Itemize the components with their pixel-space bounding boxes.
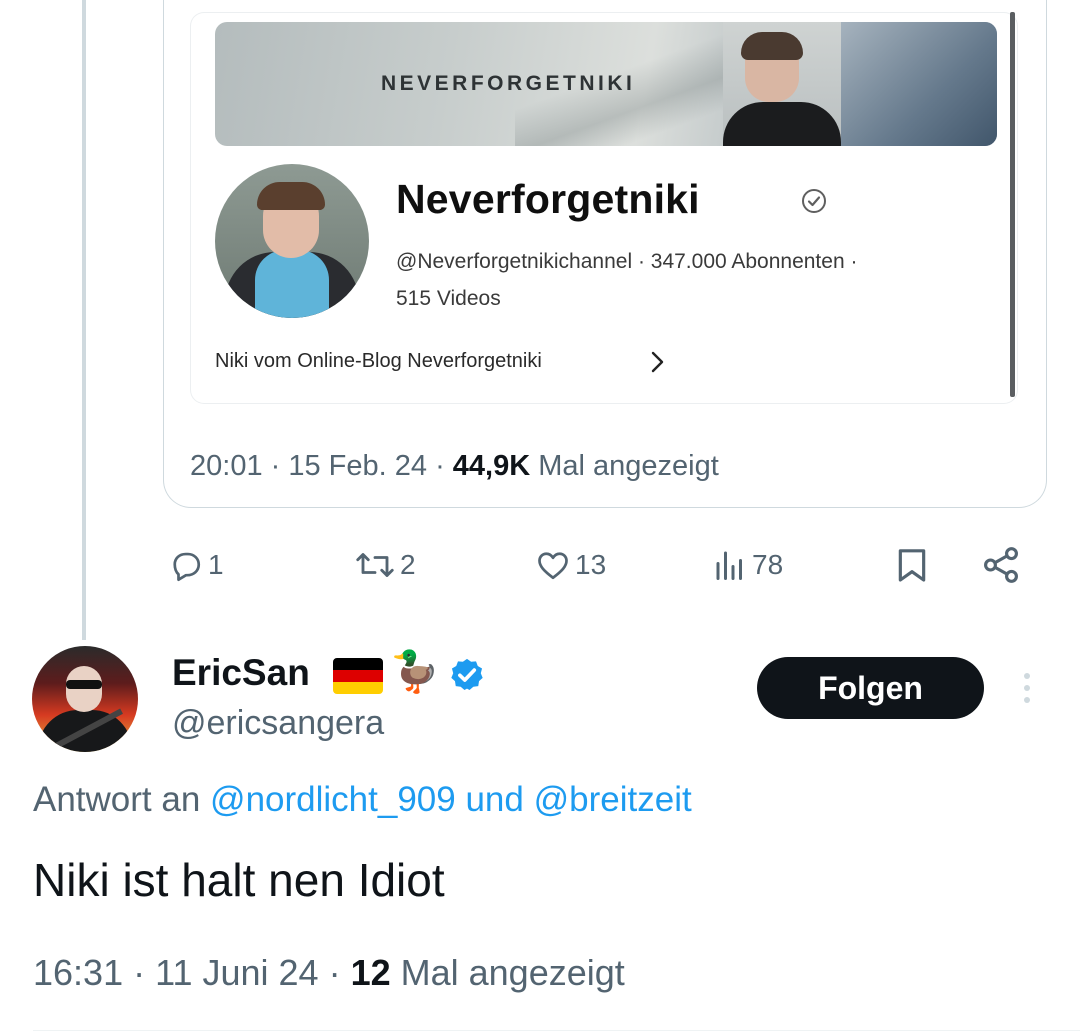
follow-button[interactable]: Folgen: [757, 657, 984, 719]
views-icon: [716, 551, 742, 580]
tweet-views-count: 12: [350, 952, 391, 993]
bookmark-icon: [898, 549, 926, 582]
banner-text: NEVERFORGETNIKI: [381, 72, 636, 95]
germany-flag-icon: [333, 658, 383, 694]
channel-verified-icon: [802, 189, 826, 213]
tweet-date[interactable]: 11 Juni 24: [155, 952, 318, 993]
quoted-tweet-views-label: Mal angezeigt: [538, 450, 719, 482]
reply-prefix: Antwort an: [33, 780, 201, 819]
tweet-views-label: Mal angezeigt: [400, 952, 625, 993]
quoted-tweet-date: 15 Feb. 24: [288, 450, 428, 482]
retweet-icon: [356, 553, 394, 577]
reply-and: und: [465, 780, 524, 819]
channel-avatar[interactable]: [215, 164, 369, 318]
display-name[interactable]: EricSan: [172, 652, 310, 694]
quoted-tweet-meta: 20:01 · 15 Feb. 24 · 44,9K Mal angezeigt: [190, 450, 719, 482]
quoted-tweet-time: 20:01: [190, 450, 263, 482]
views-count: 78: [752, 549, 784, 580]
more-icon[interactable]: [1020, 670, 1034, 706]
channel-banner: NEVERFORGETNIKI: [215, 22, 997, 146]
tweet-time[interactable]: 16:31: [33, 952, 123, 993]
channel-description[interactable]: Niki vom Online-Blog Neverforgetniki: [215, 350, 542, 373]
quoted-tweet-views-count: 44,9K: [452, 450, 531, 482]
reply-button[interactable]: 1: [168, 540, 224, 590]
share-button[interactable]: [980, 540, 1022, 590]
user-handle[interactable]: @ericsangera: [172, 704, 384, 743]
tweet-text: Niki ist halt nen Idiot: [33, 854, 445, 906]
like-icon: [538, 552, 568, 580]
retweet-count: 2: [400, 549, 416, 580]
views-button[interactable]: 78: [712, 540, 783, 590]
avatar[interactable]: [32, 646, 138, 752]
verified-icon[interactable]: [448, 656, 486, 694]
like-count: 13: [575, 549, 607, 580]
channel-name: Neverforgetniki: [396, 176, 700, 222]
tweet-meta: 16:31 · 11 Juni 24 · 12 Mal angezeigt: [33, 952, 625, 993]
reply-count: 1: [208, 549, 224, 580]
channel-video-count: 515 Videos: [396, 287, 501, 310]
like-button[interactable]: 13: [535, 540, 606, 590]
duck-icon: 🦆: [390, 650, 440, 694]
mention-link[interactable]: @nordlicht_909: [210, 780, 456, 819]
bookmark-button[interactable]: [892, 540, 932, 590]
channel-meta: @Neverforgetnikichannel · 347.000 Abonne…: [396, 250, 858, 273]
banner-background: [841, 22, 997, 146]
reply-icon: [173, 552, 201, 582]
reply-context: Antwort an @nordlicht_909 und @breitzeit: [33, 780, 692, 820]
chevron-right-icon[interactable]: [649, 349, 667, 375]
mention-link[interactable]: @breitzeit: [534, 780, 692, 819]
tweet-actions-bar: 1 2 13 78: [0, 540, 1080, 590]
embed-edge: [1010, 12, 1015, 397]
retweet-button[interactable]: 2: [354, 540, 416, 590]
share-icon: [984, 547, 1018, 583]
divider: [33, 1030, 1080, 1031]
banner-photo: [723, 22, 841, 146]
